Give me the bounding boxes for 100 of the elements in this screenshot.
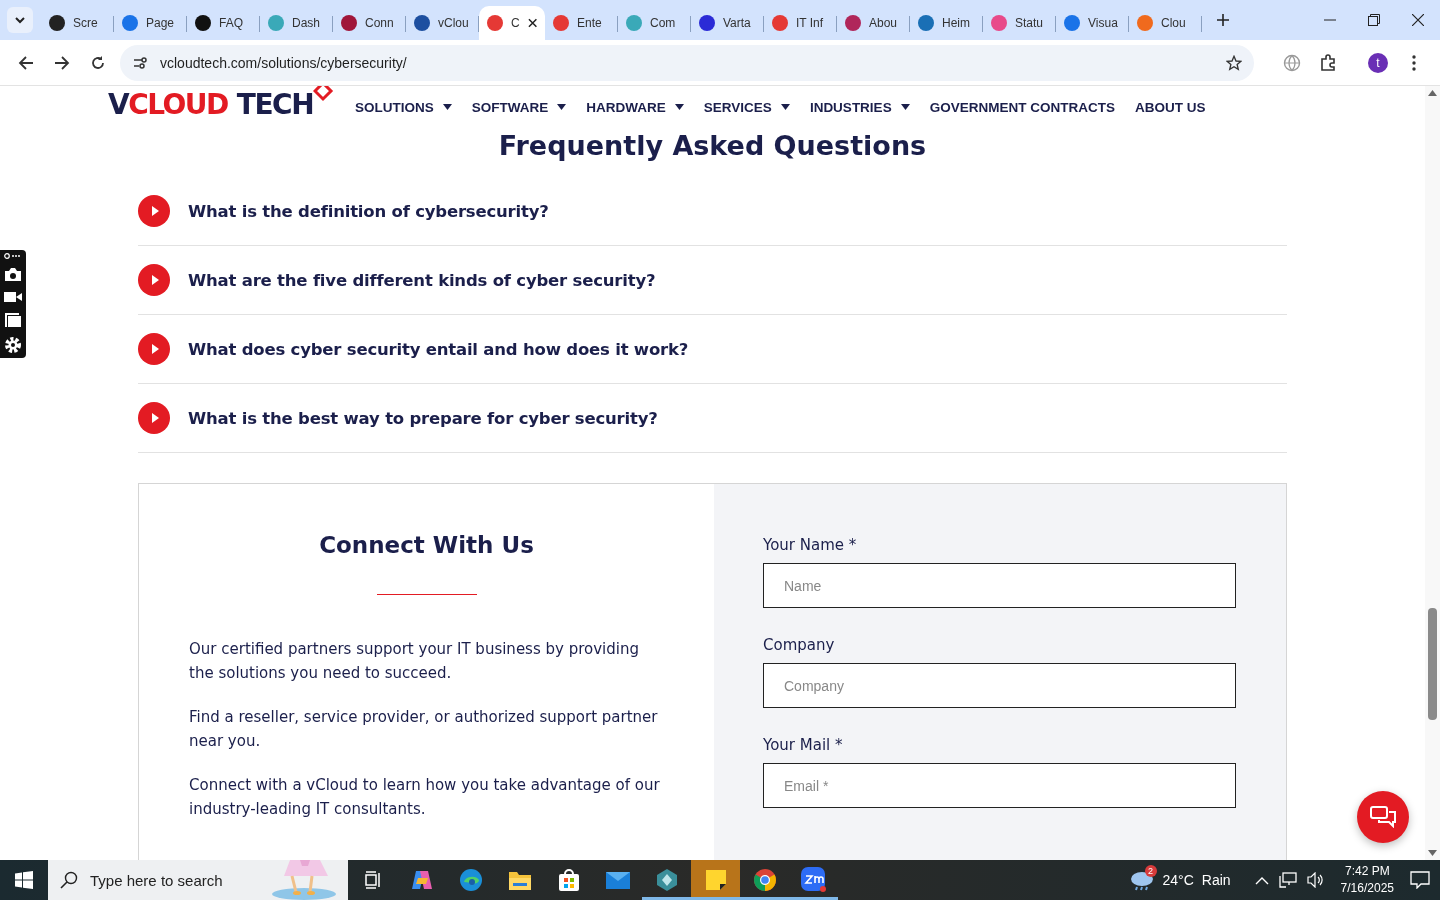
input-field[interactable]: Name bbox=[763, 563, 1236, 608]
caret-icon bbox=[900, 104, 910, 110]
browser-icon[interactable] bbox=[458, 868, 483, 892]
reload-icon[interactable] bbox=[90, 54, 106, 71]
faq-question[interactable]: What does cyber security entail and how does it work? bbox=[138, 315, 1287, 384]
browser-tab[interactable]: Dash bbox=[260, 6, 333, 40]
site-info-icon[interactable] bbox=[132, 54, 148, 71]
caret-icon bbox=[780, 104, 790, 110]
mail-icon[interactable] bbox=[604, 870, 631, 890]
field-label: Your Name * bbox=[763, 536, 858, 554]
nav-link[interactable]: INDUSTRIES bbox=[809, 99, 910, 115]
back-icon[interactable] bbox=[18, 54, 34, 71]
input-field[interactable]: Company bbox=[763, 663, 1236, 708]
time: 7:42 PM bbox=[1344, 863, 1390, 880]
network-icon[interactable] bbox=[1278, 872, 1297, 888]
browser-tab[interactable]: Abou bbox=[837, 6, 910, 40]
field-label: Company bbox=[763, 636, 836, 654]
copilot-icon[interactable] bbox=[409, 868, 434, 892]
scrollbar[interactable] bbox=[1425, 86, 1440, 860]
nav-link[interactable]: GOVERNMENT CONTRACTS bbox=[929, 99, 1115, 115]
chevron-down-icon bbox=[14, 14, 26, 26]
paragraph: Connect with a vCloud to learn how you take advantage of our industry-leading IT consultants. bbox=[189, 775, 661, 820]
address-bar[interactable]: vcloudtech.com/solutions/cybersecurity/ bbox=[120, 44, 1254, 81]
chrome-icon[interactable] bbox=[752, 868, 777, 892]
weather-condition: Rain bbox=[1201, 872, 1231, 888]
nav-link[interactable]: SOFTWARE bbox=[471, 99, 567, 115]
folder-icon[interactable] bbox=[507, 869, 532, 891]
settings-icon[interactable] bbox=[4, 336, 22, 354]
chevron-up-icon[interactable] bbox=[1254, 875, 1269, 885]
sticky-note-icon[interactable] bbox=[704, 869, 727, 891]
chat-button[interactable] bbox=[1357, 791, 1409, 843]
extensions-icon[interactable] bbox=[1319, 53, 1337, 72]
link-icon[interactable] bbox=[4, 253, 22, 259]
close-icon[interactable] bbox=[1412, 14, 1424, 26]
browser-tab[interactable]: Heim bbox=[910, 6, 983, 40]
date: 7/16/2025 bbox=[1340, 880, 1394, 897]
nav-link[interactable]: SOLUTIONS bbox=[355, 99, 452, 115]
store-icon[interactable] bbox=[556, 868, 581, 892]
scroll-down-icon[interactable] bbox=[1428, 850, 1437, 856]
browser-tab[interactable]: FAQ bbox=[187, 6, 260, 40]
clock[interactable]: 7:42 PM 7/16/2025 bbox=[1340, 863, 1394, 897]
scroll-up-icon[interactable] bbox=[1428, 90, 1437, 96]
taskbar-search[interactable]: Type here to search bbox=[48, 860, 348, 900]
nav-link[interactable]: SERVICES bbox=[703, 99, 790, 115]
menu-icon[interactable] bbox=[1412, 54, 1416, 71]
tab-list-button[interactable] bbox=[7, 7, 33, 33]
hexagon-icon[interactable] bbox=[654, 868, 679, 892]
browser-tab[interactable]: vClou bbox=[406, 6, 479, 40]
chat-icon bbox=[1370, 806, 1396, 828]
notification-badge: 2 bbox=[1144, 865, 1157, 877]
caret-icon bbox=[674, 104, 684, 110]
window-icon[interactable] bbox=[4, 312, 22, 328]
diamond-icon bbox=[313, 86, 336, 102]
faq-question[interactable]: What is the best way to prepare for cyber security? bbox=[138, 384, 1287, 453]
browser-tab[interactable]: IT Inf bbox=[764, 6, 837, 40]
faq-question[interactable]: What are the five different kinds of cyber security? bbox=[138, 246, 1287, 315]
zoom-icon[interactable] bbox=[800, 867, 827, 893]
rain-cloud-icon bbox=[1128, 869, 1155, 891]
play-icon bbox=[138, 264, 170, 296]
globe-icon[interactable] bbox=[1283, 53, 1301, 72]
restore-icon[interactable] bbox=[1368, 14, 1380, 26]
temperature: 24°C bbox=[1162, 872, 1194, 888]
scrollbar-thumb[interactable] bbox=[1428, 608, 1437, 720]
card-heading: Connect With Us bbox=[319, 532, 534, 558]
close-icon[interactable] bbox=[527, 18, 537, 28]
task-view-icon[interactable] bbox=[363, 871, 382, 889]
section-heading: Frequently Asked Questions bbox=[497, 129, 928, 163]
windows-icon bbox=[15, 871, 33, 889]
browser-tab[interactable]: Com bbox=[618, 6, 691, 40]
video-icon[interactable] bbox=[4, 290, 22, 304]
plus-icon bbox=[1217, 14, 1229, 26]
notifications-icon[interactable] bbox=[1410, 871, 1430, 889]
browser-tab[interactable]: Scre bbox=[41, 6, 114, 40]
paragraph: Our certified partners support your IT business by providing the solutions you need to succeed. bbox=[189, 639, 640, 684]
play-icon bbox=[138, 333, 170, 365]
camera-icon[interactable] bbox=[4, 267, 22, 282]
browser-tab[interactable]: Clou bbox=[1129, 6, 1202, 40]
faq-question[interactable]: What is the definition of cybersecurity? bbox=[138, 177, 1287, 246]
volume-icon[interactable] bbox=[1306, 872, 1325, 888]
caret-icon bbox=[557, 104, 567, 110]
search-icon bbox=[60, 871, 78, 889]
field-label: Your Mail * bbox=[763, 736, 844, 754]
browser-tab[interactable]: Varta bbox=[691, 6, 764, 40]
play-icon bbox=[138, 402, 170, 434]
browser-tab[interactable]: Conn bbox=[333, 6, 406, 40]
forward-icon[interactable] bbox=[54, 54, 70, 71]
bookmark-star-icon[interactable] bbox=[1226, 54, 1242, 71]
profile-avatar[interactable]: t bbox=[1368, 52, 1388, 73]
browser-tab[interactable]: Page bbox=[114, 6, 187, 40]
browser-tab[interactable]: Statu bbox=[983, 6, 1056, 40]
site-logo[interactable]: VCLOUD TECH bbox=[108, 88, 314, 122]
nav-link[interactable]: HARDWARE bbox=[586, 99, 684, 115]
input-field[interactable]: Email * bbox=[763, 763, 1236, 808]
nav-link[interactable]: ABOUT US bbox=[1134, 99, 1206, 115]
paragraph: Find a reseller, service provider, or authorized support partner near you. bbox=[189, 707, 659, 752]
caret-icon bbox=[442, 104, 452, 110]
browser-tab[interactable]: C bbox=[479, 6, 545, 40]
play-icon bbox=[138, 195, 170, 227]
browser-tab[interactable]: Ente bbox=[545, 6, 618, 40]
browser-tab[interactable]: Visua bbox=[1056, 6, 1129, 40]
